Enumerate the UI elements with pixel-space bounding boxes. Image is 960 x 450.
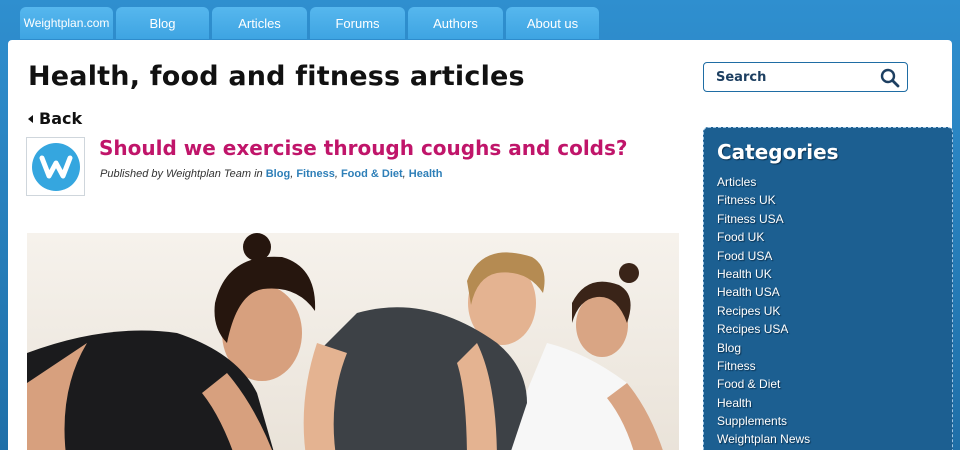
nav-tab-articles[interactable]: Articles [212, 7, 307, 39]
category-food-usa[interactable]: Food USA [717, 247, 952, 265]
nav-tab-authors[interactable]: Authors [408, 7, 503, 39]
article-byline: Published by Weightplan Team in Blog, Fi… [100, 168, 443, 180]
category-fitness-uk[interactable]: Fitness UK [717, 191, 952, 209]
category-health-usa[interactable]: Health USA [717, 283, 952, 301]
article-title-link[interactable]: Should we exercise through coughs and co… [99, 136, 628, 160]
categories-list: Articles Fitness UK Fitness USA Food UK … [717, 173, 952, 449]
category-health-uk[interactable]: Health UK [717, 265, 952, 283]
category-weightplan-news[interactable]: Weightplan News [717, 430, 952, 448]
author-avatar[interactable] [26, 137, 85, 196]
weightplan-logo-icon [31, 142, 80, 191]
category-supplements[interactable]: Supplements [717, 412, 952, 430]
search-box [703, 62, 908, 92]
tag-link-food-diet[interactable]: Food & Diet [341, 168, 403, 180]
category-recipes-usa[interactable]: Recipes USA [717, 320, 952, 338]
category-health[interactable]: Health [717, 394, 952, 412]
search-input[interactable] [716, 69, 866, 85]
nav-tab-forums[interactable]: Forums [310, 7, 405, 39]
back-triangle-icon [28, 114, 33, 123]
category-recipes-uk[interactable]: Recipes UK [717, 302, 952, 320]
nav-tab-about-us[interactable]: About us [506, 7, 599, 39]
category-food-diet[interactable]: Food & Diet [717, 375, 952, 393]
nav-tab-blog[interactable]: Blog [116, 7, 209, 39]
back-label: Back [39, 109, 83, 128]
tag-link-fitness[interactable]: Fitness [296, 168, 335, 180]
category-articles[interactable]: Articles [717, 173, 952, 191]
page-title: Health, food and fitness articles [28, 61, 525, 92]
category-food-uk[interactable]: Food UK [717, 228, 952, 246]
categories-heading: Categories [717, 140, 839, 164]
tag-link-blog[interactable]: Blog [266, 168, 290, 180]
category-blog[interactable]: Blog [717, 339, 952, 357]
tag-link-health[interactable]: Health [409, 168, 443, 180]
article-hero-photo [27, 233, 679, 450]
back-link[interactable]: Back [28, 109, 82, 128]
category-fitness-usa[interactable]: Fitness USA [717, 210, 952, 228]
category-fitness[interactable]: Fitness [717, 357, 952, 375]
categories-sidebar: Categories Articles Fitness UK Fitness U… [703, 127, 953, 450]
content-panel: Health, food and fitness articles Back S… [8, 40, 953, 450]
byline-prefix: Published by Weightplan Team in [100, 168, 263, 180]
nav-brand-link[interactable]: Weightplan.com [20, 7, 113, 39]
top-nav: Weightplan.com Blog Articles Forums Auth… [20, 7, 599, 39]
search-icon[interactable] [880, 68, 900, 92]
